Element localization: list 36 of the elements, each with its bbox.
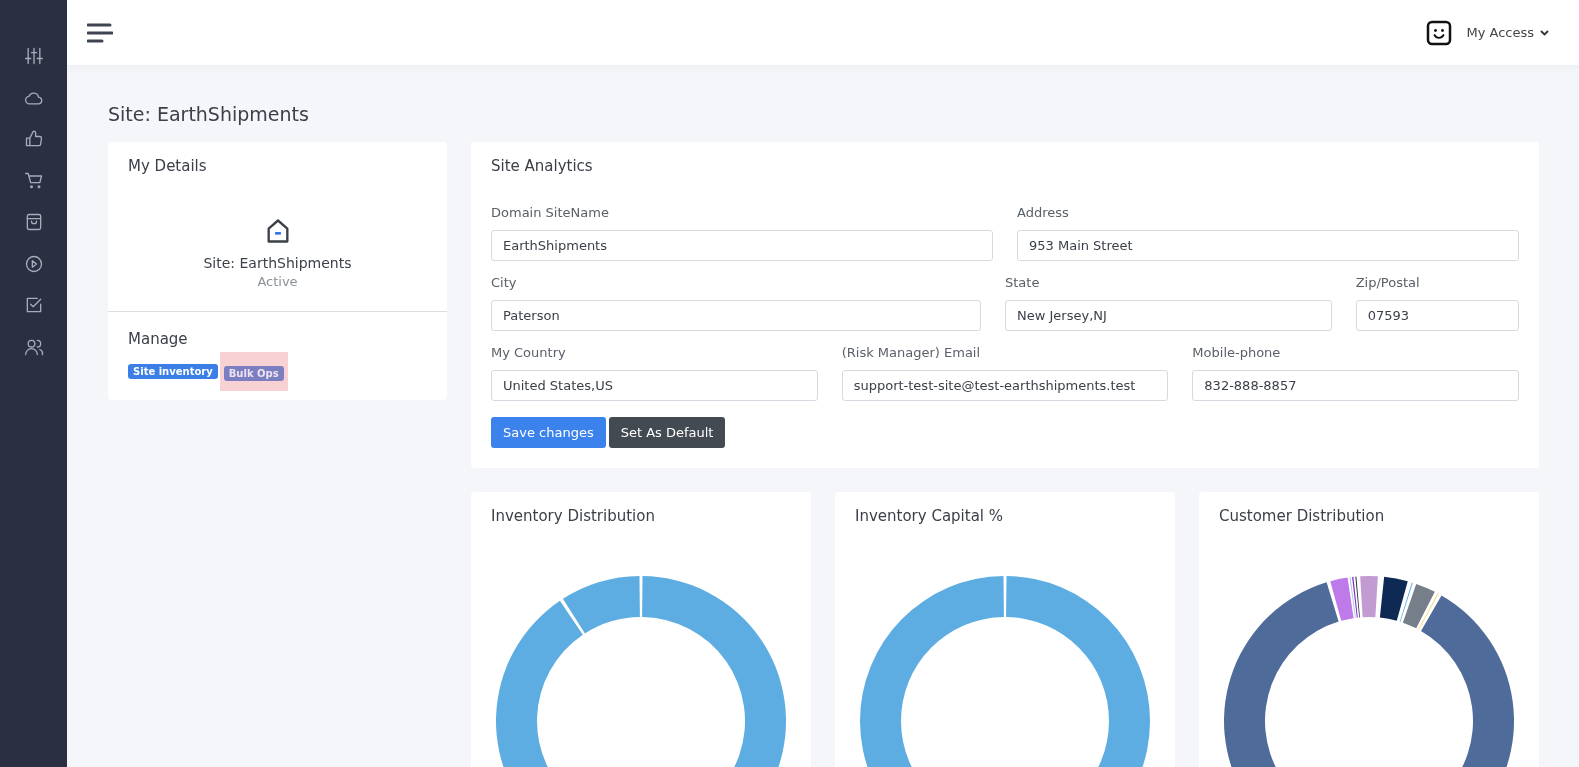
site-status: Active — [257, 274, 298, 289]
input-field[interactable]: 832-888-8857 — [1192, 370, 1519, 401]
field-label: Zip/Postal — [1355, 275, 1421, 290]
cart-icon[interactable] — [23, 170, 44, 191]
input-field[interactable]: EarthShipments — [491, 230, 993, 261]
thumbs-up-icon[interactable] — [23, 129, 44, 149]
sliders-icon[interactable] — [23, 46, 44, 66]
card-title: Site Analytics — [491, 157, 594, 175]
input-field[interactable]: support-test-site@test-earthshipments.test — [841, 370, 1169, 401]
user-menu-button[interactable]: My Access — [1466, 25, 1549, 40]
input-field[interactable]: 07593 — [1355, 300, 1519, 331]
page-title: Site: EarthShipments — [108, 103, 310, 125]
chart-title: Inventory Distribution — [491, 507, 655, 525]
default-button[interactable]: Set As Default — [608, 417, 726, 448]
input-field[interactable]: Paterson — [491, 300, 981, 331]
field-label: City — [491, 275, 518, 290]
section-title: Manage — [128, 330, 189, 348]
field-label: Address — [1017, 205, 1070, 220]
chevron-down-icon — [1540, 29, 1549, 36]
field-label: My Country — [491, 345, 567, 360]
smiley-avatar-icon[interactable] — [1426, 19, 1453, 46]
chart-title: Inventory Capital % — [855, 507, 1004, 525]
site-name: Site: EarthShipments — [203, 255, 352, 271]
chart-title: Customer Distribution — [1219, 507, 1385, 525]
field-label: (Risk Manager) Email — [841, 345, 982, 360]
card-title: My Details — [128, 157, 207, 175]
field-label: Domain SiteName — [491, 205, 610, 220]
input-field[interactable]: 953 Main Street — [1017, 230, 1519, 261]
badge-link[interactable]: Site inventory — [128, 364, 218, 379]
input-field[interactable]: United States,US — [491, 370, 818, 401]
play-icon[interactable] — [23, 253, 44, 274]
field-label: Mobile-phone — [1192, 345, 1282, 360]
save-button[interactable]: Save changes — [491, 417, 606, 448]
input-field[interactable]: New Jersey,NJ — [1005, 300, 1332, 331]
field-label: State — [1005, 275, 1041, 290]
menu-icon[interactable] — [87, 22, 113, 43]
